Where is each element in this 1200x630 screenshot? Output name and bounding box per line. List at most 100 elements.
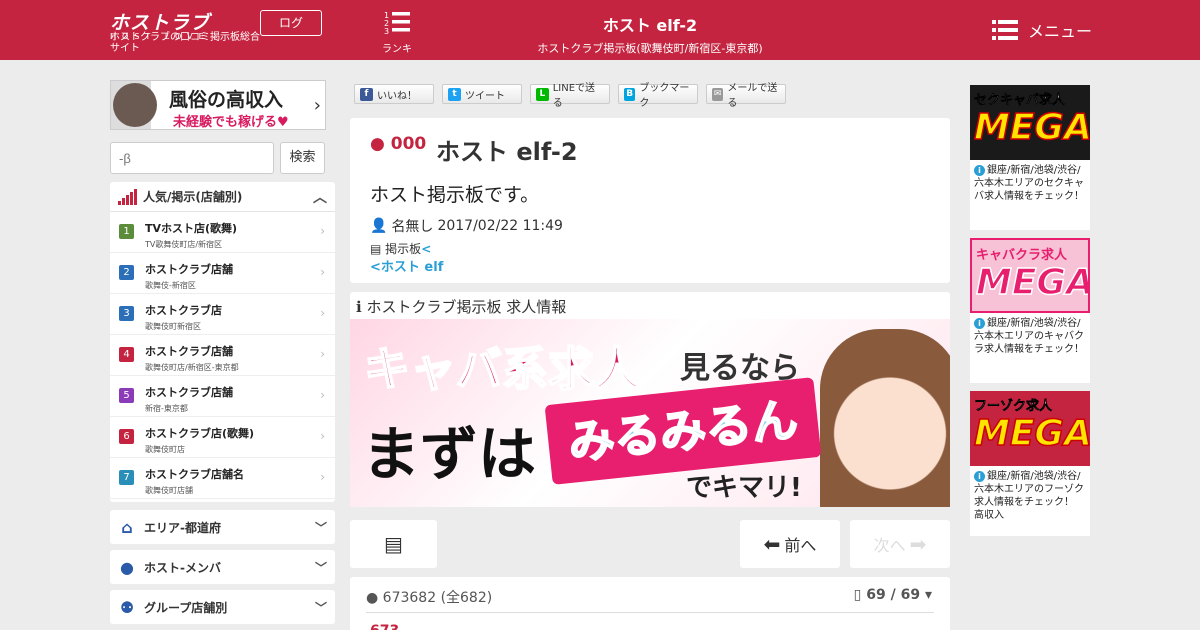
- page-title: ホスト elf-2: [602, 16, 698, 35]
- ranking-item-sub: 歌舞伎町店/新宿区-東京都: [145, 363, 239, 372]
- ranking-item[interactable]: 4 ホストクラブ店舗 歌舞伎町店/新宿区-東京都 ›: [110, 335, 335, 376]
- search-input[interactable]: [110, 142, 274, 174]
- ad-text-value: 銀座/新宿/池袋/渋谷/六本木エリアのキャバクラ求人情報をチェック！: [974, 318, 1084, 355]
- right-ad-kyabakura[interactable]: キャバクラ求人 MEGA i 銀座/新宿/池袋/渋谷/六本木エリアのキャバクラ求人…: [970, 238, 1090, 383]
- response-count-value: 673682 (全682): [382, 590, 493, 606]
- parent-thread-link[interactable]: <ホスト elf: [370, 256, 443, 275]
- ranking-header[interactable]: 人気/掲示(店舗別) ︿: [110, 182, 335, 212]
- svg-text:3: 3: [384, 27, 389, 34]
- chevron-down-icon: ﹀: [314, 600, 327, 615]
- ranking-item-sub: 歌舞伎町店舗: [145, 486, 193, 495]
- accordion-host[interactable]: ● ホスト-メンバ ﹀: [110, 550, 335, 584]
- thread-author: 名無し: [391, 219, 434, 235]
- sidebar-ad-banner[interactable]: 風俗の高収入 未経験でも稼げる♥ ›: [110, 80, 326, 130]
- ad-model-photo: [113, 83, 157, 127]
- ranking-label: ランキ: [382, 44, 412, 55]
- rank-number-badge: 3: [119, 306, 134, 321]
- ranking-item-name: TVホスト店(歌舞): [145, 222, 238, 235]
- ad-image: キャバクラ求人 MEGA: [970, 238, 1090, 313]
- ad-text: i 銀座/新宿/池袋/渋谷/六本木エリアのキャバクラ求人情報をチェック！: [970, 313, 1090, 383]
- ranking-item-name: ホストクラブ店: [145, 304, 222, 317]
- logo-text: ホストラブ: [110, 12, 211, 34]
- ranking-item[interactable]: 5 ホストクラブ店舗 新宿-東京都 ›: [110, 376, 335, 417]
- accordion-group[interactable]: ⚉ グループ店舗別 ﹀: [110, 590, 335, 624]
- ad-title: キャバクラ求人: [976, 248, 1068, 263]
- chevron-right-icon: ›: [320, 429, 325, 443]
- page-value: 69 / 69: [866, 587, 921, 603]
- ranking-item-sub: 歌舞伎-新宿区: [145, 281, 196, 290]
- chevron-up-icon[interactable]: ︿: [313, 187, 327, 207]
- ad-image: フーゾク求人 MEGA: [970, 391, 1090, 466]
- right-ad-fuuzoku[interactable]: フーゾク求人 MEGA i 銀座/新宿/池袋/渋谷/六本木エリアのフーゾク求人情報…: [970, 391, 1090, 536]
- banner-illustration: [820, 329, 950, 507]
- page-subtitle: ホストクラブ掲示板(歌舞伎町/新宿区-東京都): [537, 42, 763, 55]
- ad-title: セクキャバ求人: [974, 93, 1066, 109]
- thread-meta: 👤 名無し 2017/02/22 11:49: [370, 216, 563, 236]
- next-label: 次へ: [873, 536, 906, 555]
- divider: [366, 612, 934, 613]
- next-button: 次へ ➡: [850, 520, 950, 568]
- category-link[interactable]: <: [421, 242, 431, 256]
- chevron-right-icon: ›: [320, 224, 325, 238]
- ranking-button[interactable]: 1 2 3 ランキ: [378, 10, 416, 55]
- chevron-right-icon: ›: [320, 470, 325, 484]
- login-button[interactable]: ログ: [260, 10, 322, 36]
- caret-down-icon: ▾: [924, 587, 932, 603]
- rank-number-badge: 4: [119, 347, 134, 362]
- list-icon: ▤: [384, 532, 403, 556]
- thread-card: ● 000 ホスト elf-2 ホスト掲示板です。 👤 名無し 2017/02/…: [350, 118, 950, 283]
- comment-icon: ●: [366, 590, 379, 606]
- response-count: ● 673682 (全682): [366, 587, 492, 607]
- ranking-item[interactable]: 2 ホストクラブ店舗 歌舞伎-新宿区 ›: [110, 253, 335, 294]
- rank-number-badge: 1: [119, 224, 134, 239]
- board-icon: ▤: [370, 242, 382, 256]
- list-menu-icon: [992, 20, 1018, 40]
- user-icon: 👤: [370, 218, 388, 234]
- facebook-like-button[interactable]: f いいね！: [354, 84, 434, 104]
- chevron-down-icon: ﹀: [314, 560, 327, 575]
- tweet-button[interactable]: t ツイート: [442, 84, 522, 104]
- chevron-right-icon: ›: [320, 388, 325, 402]
- ranking-item[interactable]: 6 ホストクラブ店(歌舞) 歌舞伎町店 ›: [110, 417, 335, 458]
- ranking-item-sub: 新宿-東京都: [145, 404, 188, 413]
- ranking-item[interactable]: 7 ホストクラブ店舗名 歌舞伎町店舗 ›: [110, 458, 335, 499]
- ad-image: セクキャバ求人 MEGA: [970, 85, 1090, 160]
- job-ad-banner[interactable]: キャバ系求人 見るなら まずは みるみるん でキマリ!: [350, 319, 950, 507]
- mail-share-button[interactable]: ✉ メールで送る: [706, 83, 786, 109]
- ranking-item-name: ホストクラブ店(歌舞): [145, 427, 255, 440]
- page-selector[interactable]: ▯ 69 / 69 ▾: [854, 587, 932, 603]
- chevron-down-icon: ﹀: [314, 520, 327, 535]
- menu-button[interactable]: メニュー: [992, 18, 1092, 42]
- logo-tagline: ホストクラブの口コミ掲示板総合サイト: [110, 32, 260, 54]
- group-icon: ⚉: [119, 597, 135, 617]
- ranking-item-sub: 歌舞伎町店: [145, 445, 185, 454]
- home-icon: ⌂: [121, 517, 133, 537]
- prev-button[interactable]: ⬅ 前へ: [740, 520, 840, 568]
- ranking-item[interactable]: 3 ホストクラブ店歌舞伎町新宿区 ›: [110, 294, 335, 335]
- bookmark-button[interactable]: B ブックマーク: [618, 83, 698, 109]
- ranking-item-sub: 歌舞伎町新宿区: [145, 322, 201, 331]
- info-bar-text: ホストクラブ掲示板 求人情報: [366, 298, 567, 316]
- board-list-button[interactable]: ▤: [350, 520, 437, 568]
- ad-text-value: 銀座/新宿/池袋/渋谷/六本木エリアのセクキャバ求人情報をチェック！: [974, 165, 1084, 202]
- accordion-area-label: エリア-都道府: [144, 520, 221, 535]
- ranking-item-name: ホストクラブ店舗名: [145, 468, 244, 481]
- thread-title: ホスト elf-2: [436, 138, 578, 166]
- chevron-right-icon: ›: [320, 306, 325, 320]
- search-button[interactable]: 検索: [280, 142, 325, 174]
- right-ad-sekkyaba[interactable]: セクキャバ求人 MEGA i 銀座/新宿/池袋/渋谷/六本木エリアのセクキャバ求人…: [970, 85, 1090, 230]
- res-number-value: 000: [390, 134, 427, 154]
- tweet-label: ツイート: [465, 90, 505, 102]
- rank-number-badge: 5: [119, 388, 134, 403]
- ad-title: フーゾク求人: [974, 399, 1053, 415]
- line-share-button[interactable]: L LINEで送る: [530, 83, 610, 109]
- category-label: 掲示板: [385, 242, 422, 256]
- ranking-item-name: ホストクラブ店舗: [145, 345, 233, 358]
- info-icon: i: [974, 471, 985, 482]
- accordion-area[interactable]: ⌂ エリア-都道府 ﹀: [110, 510, 335, 544]
- ranking-item[interactable]: 1 TVホスト店(歌舞) TV歌舞伎町店/新宿区 ›: [110, 212, 335, 253]
- line-icon: L: [536, 87, 549, 101]
- ad-mega: MEGA: [973, 106, 1090, 149]
- header: ホストラブ HOST LOVE ホストクラブの口コミ掲示板総合サイト ログ 1 …: [0, 0, 1200, 60]
- rank-number-badge: 6: [119, 429, 134, 444]
